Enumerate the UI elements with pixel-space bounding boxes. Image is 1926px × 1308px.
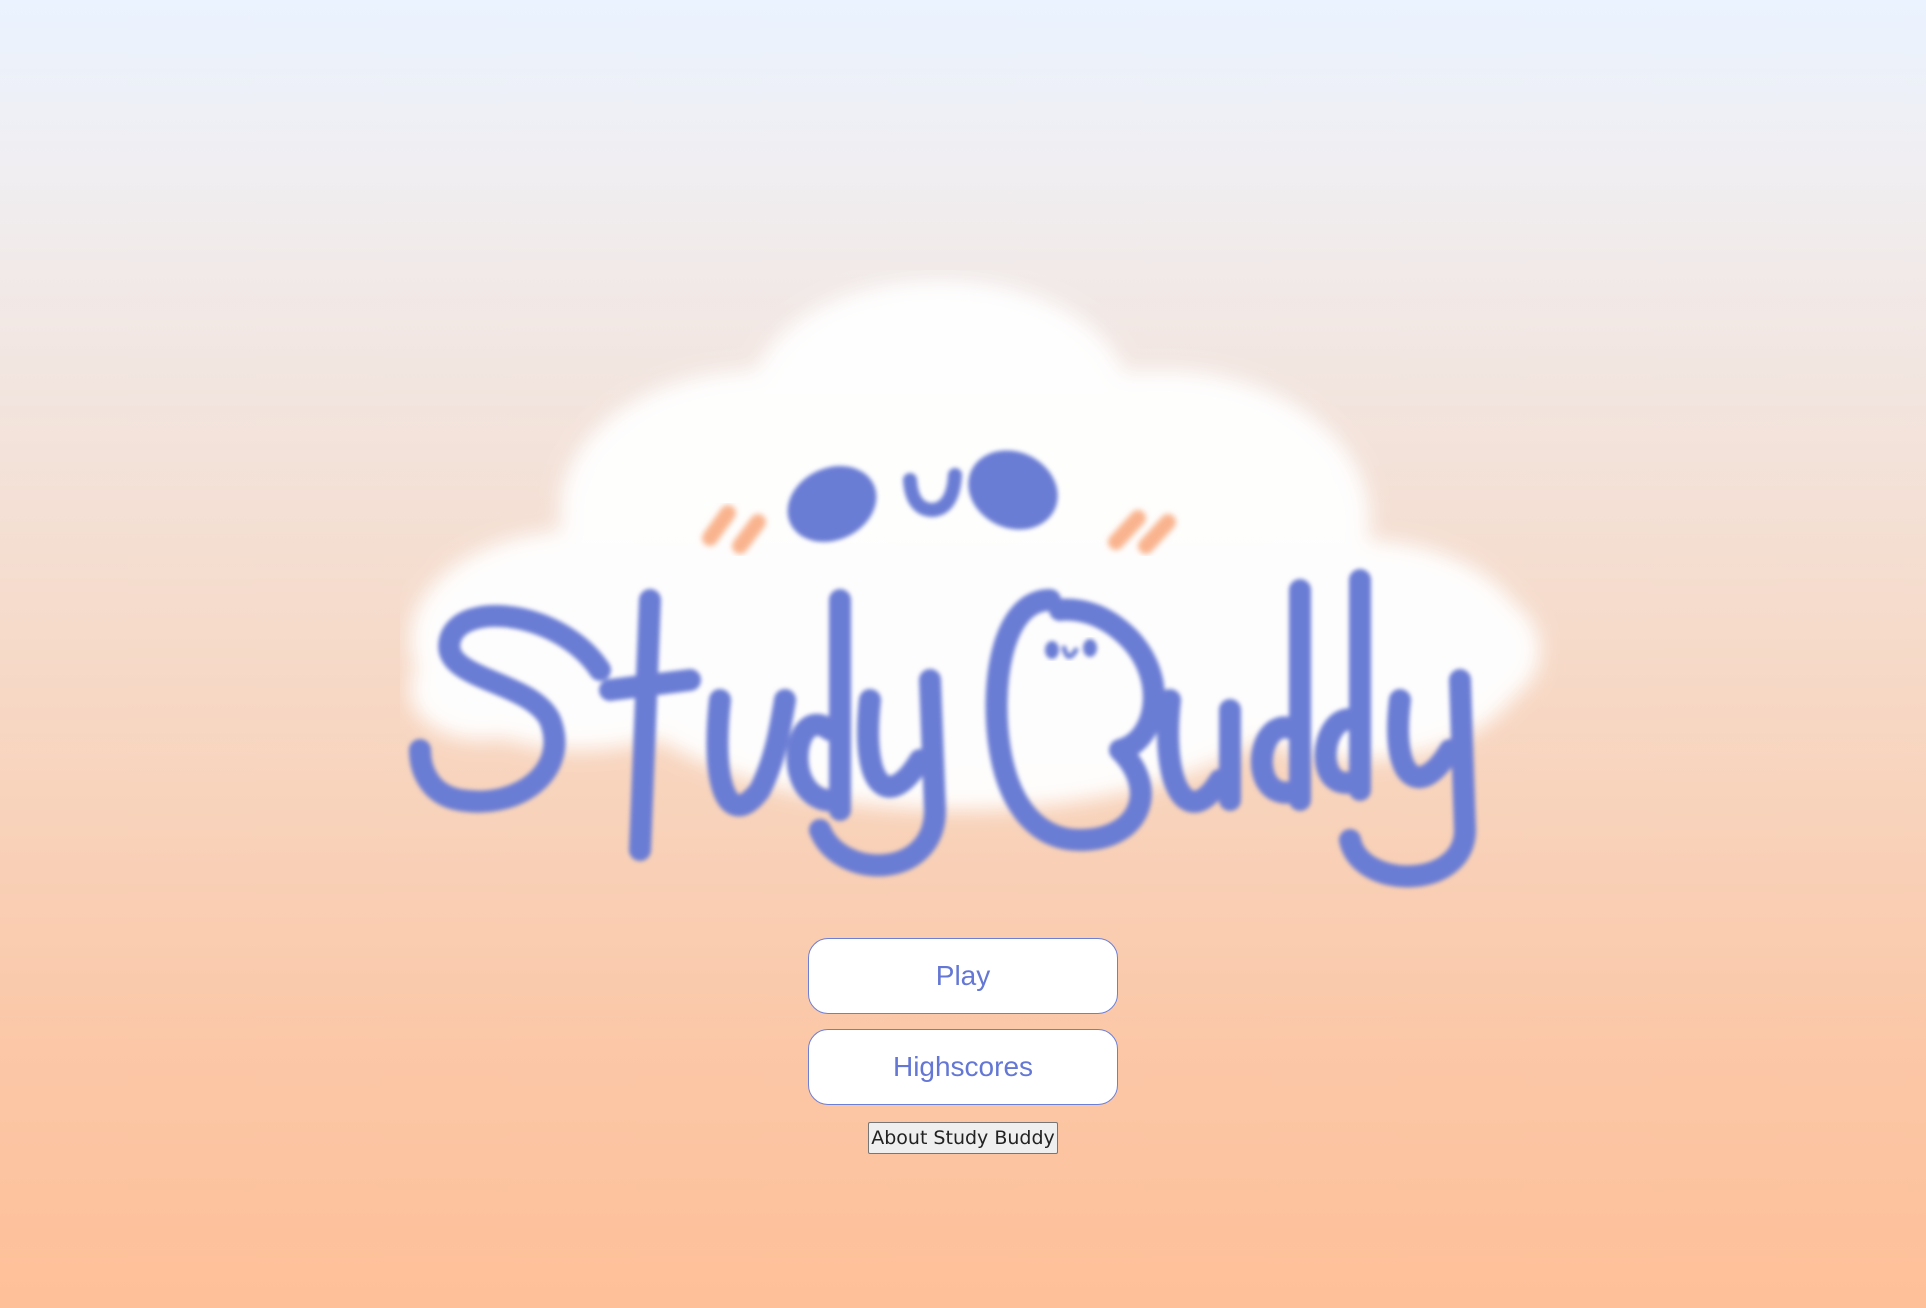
- study-buddy-logo: [400, 270, 1560, 910]
- main-menu: Play Highscores About Study Buddy: [0, 938, 1926, 1154]
- cloud-mascot-logo: [409, 280, 1540, 888]
- play-button[interactable]: Play: [808, 938, 1118, 1014]
- about-button[interactable]: About Study Buddy: [868, 1122, 1058, 1154]
- highscores-button[interactable]: Highscores: [808, 1029, 1118, 1105]
